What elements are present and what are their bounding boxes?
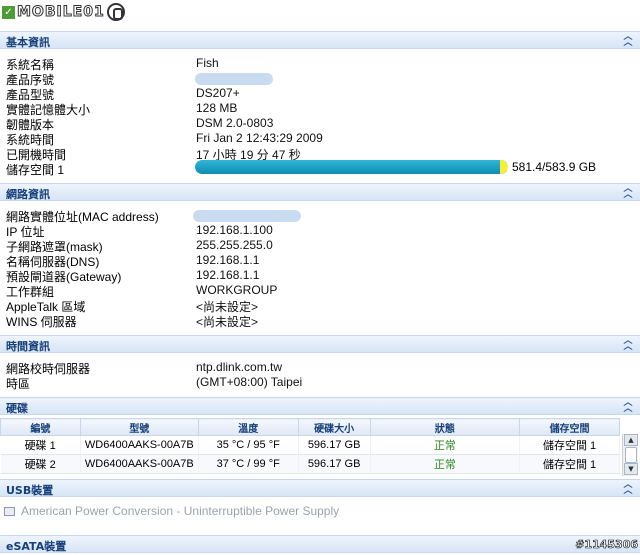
info-row-ip: IP 位址 192.168.1.100 xyxy=(6,223,626,239)
info-row-gateway: 預設閘道器(Gateway) 192.168.1.1 xyxy=(6,268,626,284)
section-title-usb: USB裝置 xyxy=(6,484,54,497)
storage-usage-bar xyxy=(195,160,508,174)
column-header-temperature[interactable]: 溫度 xyxy=(197,418,299,436)
watermark: #1145306 xyxy=(575,538,638,552)
top-bar: ✓ MOBILE01 xyxy=(0,0,640,30)
info-row-uptime: 已開機時間 17 小時 19 分 47 秒 xyxy=(6,146,626,162)
storage-usage-fill xyxy=(195,160,507,174)
disk-temperature: 35 °C / 95 °F xyxy=(198,435,299,455)
column-header-model[interactable]: 型號 xyxy=(79,418,199,436)
row-value: <尚未設定> xyxy=(196,315,259,329)
disk-table: 編號 型號 溫度 硬碟大小 狀態 儲存空間 硬碟 1 WD6400AAKS-00… xyxy=(0,418,620,474)
disk-number: 硬碟 1 xyxy=(0,435,81,455)
disk-status: 正常 xyxy=(370,435,521,455)
info-row-wins: WINS 伺服器 <尚未設定> xyxy=(6,313,626,329)
collapse-icon[interactable]: ︿ ︿ xyxy=(622,337,634,352)
disk-model: WD6400AAKS-00A7B xyxy=(80,435,199,455)
usb-device-item: American Power Conversion - Uninterrupti… xyxy=(4,503,339,519)
scroll-down-icon[interactable]: ▼ xyxy=(624,463,638,475)
info-row-memory: 實體記憶體大小 128 MB xyxy=(6,101,626,117)
row-value: DSM 2.0-0803 xyxy=(196,116,274,130)
info-row-ntp: 網路校時伺服器 ntp.dlink.com.tw xyxy=(6,360,626,376)
disk-temperature: 37 °C / 99 °F xyxy=(198,454,299,474)
section-header-usb[interactable]: USB裝置 ︿ ︿ xyxy=(0,479,640,497)
disk-size: 596.17 GB xyxy=(298,454,371,474)
info-row-timezone: 時區 (GMT+08:00) Taipei xyxy=(6,375,626,391)
row-value: Fish xyxy=(196,56,219,70)
disk-number: 硬碟 2 xyxy=(0,454,81,474)
disk-size: 596.17 GB xyxy=(298,435,371,455)
disk-table-scrollbar[interactable]: ▲ ▼ xyxy=(622,434,638,476)
row-label: 時區 xyxy=(6,377,31,391)
section-title-esata: eSATA裝置 xyxy=(6,540,67,553)
column-header-number[interactable]: 編號 xyxy=(0,418,81,436)
table-header-row: 編號 型號 溫度 硬碟大小 狀態 儲存空間 xyxy=(0,418,620,436)
disk-volume: 儲存空間 1 xyxy=(519,454,620,474)
section-header-esata[interactable]: eSATA裝置 xyxy=(0,535,640,553)
checkmark-icon: ✓ xyxy=(2,5,15,19)
info-row-mask: 子網路遮罩(mask) 255.255.255.0 xyxy=(6,238,626,254)
row-label: WINS 伺服器 xyxy=(6,315,77,329)
logo-text: MOBILE01 xyxy=(17,4,105,21)
redacted-value xyxy=(195,73,273,85)
row-label: 儲存空間 1 xyxy=(6,163,65,177)
info-row-serial: 產品序號 xyxy=(6,71,626,87)
section-title-basic: 基本資訊 xyxy=(6,36,50,49)
section-title-disks: 硬碟 xyxy=(6,402,28,415)
disk-volume: 儲存空間 1 xyxy=(519,435,620,455)
row-value: 192.168.1.1 xyxy=(196,268,260,282)
collapse-icon[interactable]: ︿ ︿ xyxy=(622,481,634,496)
storage-usage-text: 581.4/583.9 GB xyxy=(512,160,597,174)
row-value: (GMT+08:00) Taipei xyxy=(196,375,303,389)
info-row-dns: 名稱伺服器(DNS) 192.168.1.1 xyxy=(6,253,626,269)
row-value: ntp.dlink.com.tw xyxy=(196,360,283,374)
row-value: 128 MB xyxy=(196,101,238,115)
column-header-status[interactable]: 狀態 xyxy=(369,418,521,436)
section-header-network[interactable]: 網路資訊 ︿ ︿ xyxy=(0,183,640,201)
row-value: WORKGROUP xyxy=(196,283,278,297)
table-row[interactable]: 硬碟 2 WD6400AAKS-00A7B 37 °C / 99 °F 596.… xyxy=(0,454,620,474)
column-header-size[interactable]: 硬碟大小 xyxy=(297,418,371,436)
info-row-workgroup: 工作群組 WORKGROUP xyxy=(6,283,626,299)
column-header-volume[interactable]: 儲存空間 xyxy=(519,418,620,436)
info-row-model: 產品型號 DS207+ xyxy=(6,86,626,102)
row-value: Fri Jan 2 12:43:29 2009 xyxy=(196,131,323,145)
logo: ✓ MOBILE01 xyxy=(2,2,125,22)
info-row-system-name: 系統名稱 Fish xyxy=(6,56,626,72)
collapse-icon[interactable]: ︿ ︿ xyxy=(622,185,634,200)
usb-device-icon xyxy=(4,506,15,516)
section-title-network: 網路資訊 xyxy=(6,188,50,201)
logo-circle-icon xyxy=(106,3,125,21)
collapse-icon[interactable]: ︿ ︿ xyxy=(622,399,634,414)
info-row-firmware: 韌體版本 DSM 2.0-0803 xyxy=(6,116,626,132)
row-value: 192.168.1.100 xyxy=(196,223,273,237)
section-header-time[interactable]: 時間資訊 ︿ ︿ xyxy=(0,335,640,353)
redacted-value xyxy=(193,210,301,222)
usb-device-name: American Power Conversion - Uninterrupti… xyxy=(21,504,340,518)
table-row[interactable]: 硬碟 1 WD6400AAKS-00A7B 35 °C / 95 °F 596.… xyxy=(0,435,620,455)
section-title-time: 時間資訊 xyxy=(6,340,50,353)
section-header-disks[interactable]: 硬碟 ︿ ︿ xyxy=(0,397,640,415)
scroll-thumb[interactable] xyxy=(625,447,637,463)
row-value: 255.255.255.0 xyxy=(196,238,273,252)
row-value: 192.168.1.1 xyxy=(196,253,260,267)
collapse-icon[interactable]: ︿ ︿ xyxy=(622,33,634,48)
section-header-basic[interactable]: 基本資訊 ︿ ︿ xyxy=(0,31,640,49)
row-value: DS207+ xyxy=(196,86,240,100)
info-row-system-time: 系統時間 Fri Jan 2 12:43:29 2009 xyxy=(6,131,626,147)
info-row-appletalk: AppleTalk 區域 <尚未設定> xyxy=(6,298,626,314)
scroll-up-icon[interactable]: ▲ xyxy=(624,434,638,446)
info-row-mac: 網路實體位址(MAC address) xyxy=(6,208,626,224)
disk-status: 正常 xyxy=(370,454,521,474)
disk-model: WD6400AAKS-00A7B xyxy=(80,454,199,474)
